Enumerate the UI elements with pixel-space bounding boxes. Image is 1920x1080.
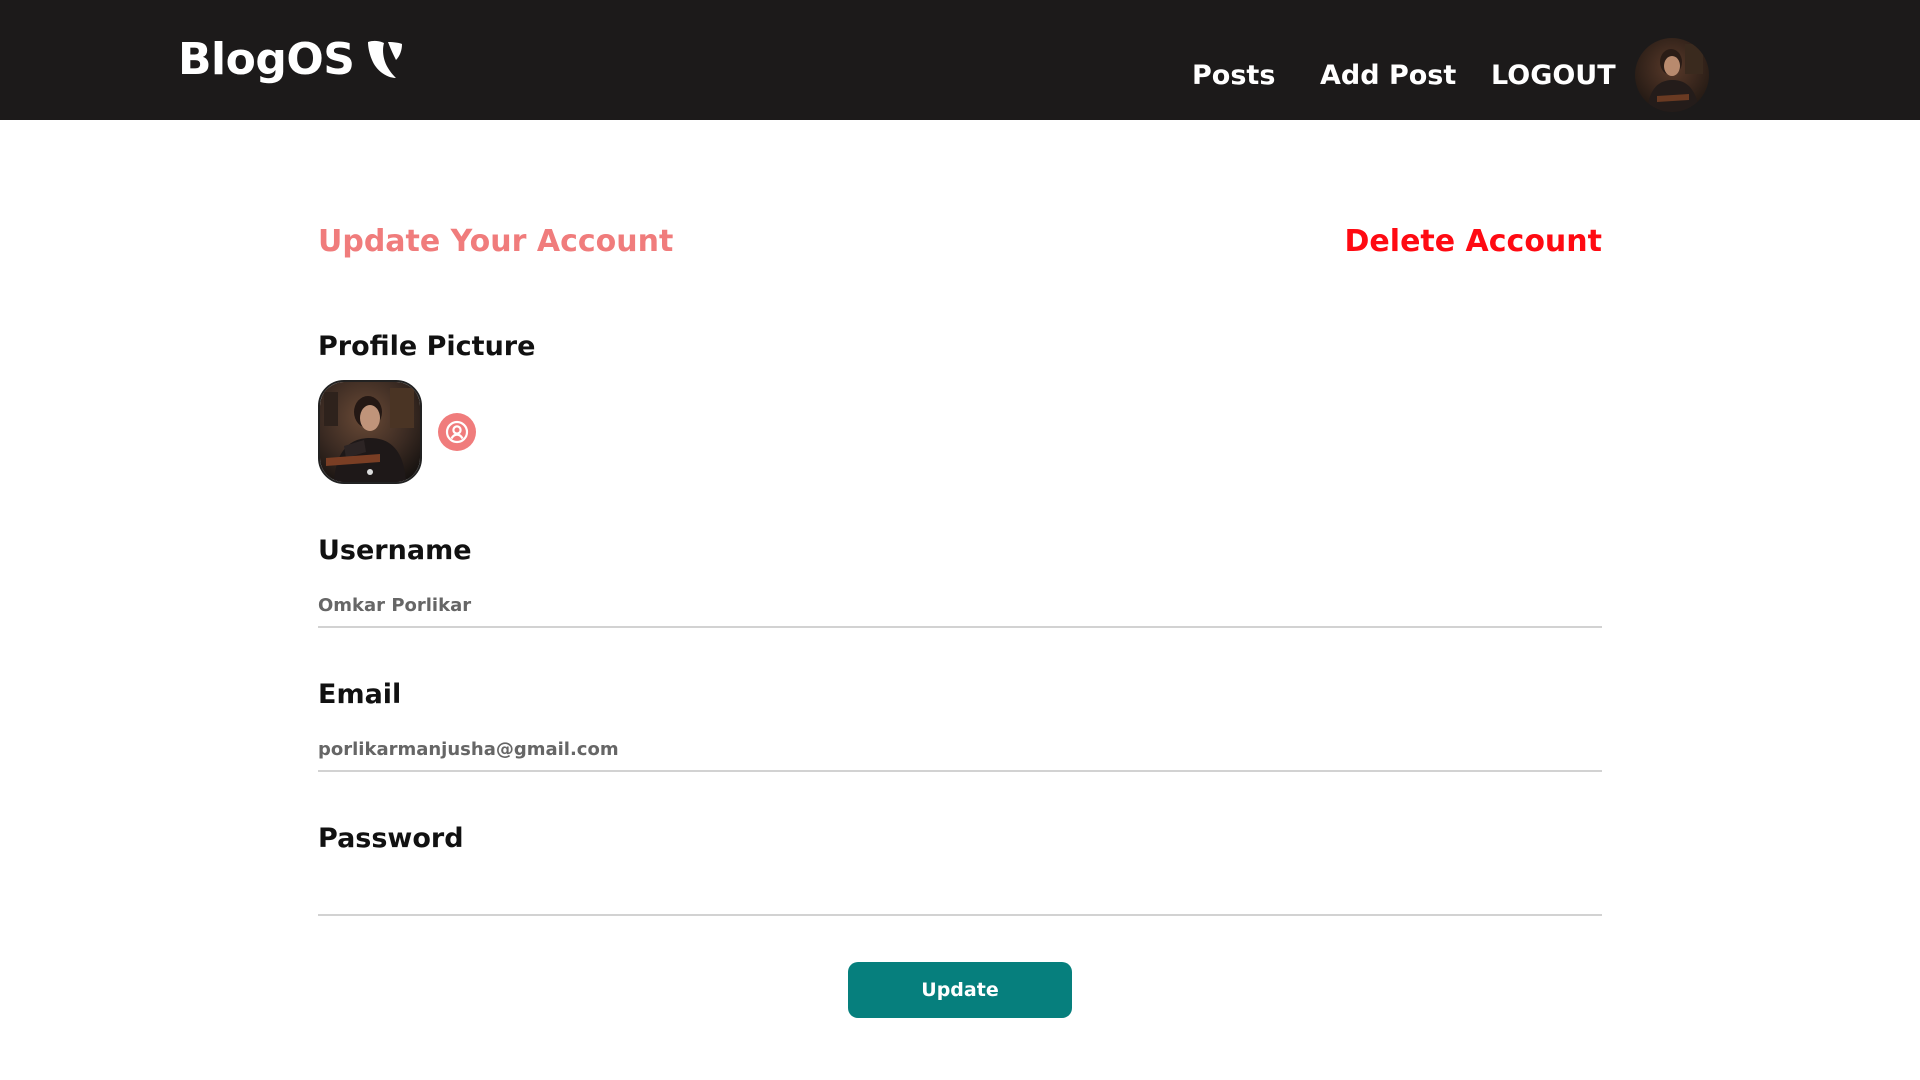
page-title: Update Your Account: [318, 224, 674, 259]
brand-name: BlogOS: [178, 34, 355, 85]
top-navbar: BlogOS Posts Add Post LOGOUT: [0, 0, 1920, 120]
change-picture-button[interactable]: [438, 413, 476, 451]
nav-add-post-link[interactable]: Add Post: [1320, 62, 1456, 89]
user-circle-icon: [445, 420, 469, 444]
typo3-logo-icon: [368, 40, 403, 78]
email-input[interactable]: [318, 728, 1602, 772]
profile-picture-label: Profile Picture: [318, 331, 536, 362]
avatar-photo: [1635, 38, 1709, 112]
nav-posts-link[interactable]: Posts: [1192, 62, 1275, 89]
email-label: Email: [318, 679, 402, 710]
password-input[interactable]: [318, 872, 1602, 916]
delete-account-link[interactable]: Delete Account: [1345, 227, 1602, 257]
username-input[interactable]: [318, 584, 1602, 628]
user-avatar[interactable]: [1635, 38, 1709, 112]
brand[interactable]: BlogOS: [178, 38, 404, 82]
nav-logout-link[interactable]: LOGOUT: [1491, 62, 1616, 89]
password-label: Password: [318, 823, 464, 854]
username-label: Username: [318, 535, 472, 566]
update-button[interactable]: Update: [848, 962, 1072, 1018]
profile-photo: [320, 382, 420, 482]
profile-picture[interactable]: [318, 380, 422, 484]
